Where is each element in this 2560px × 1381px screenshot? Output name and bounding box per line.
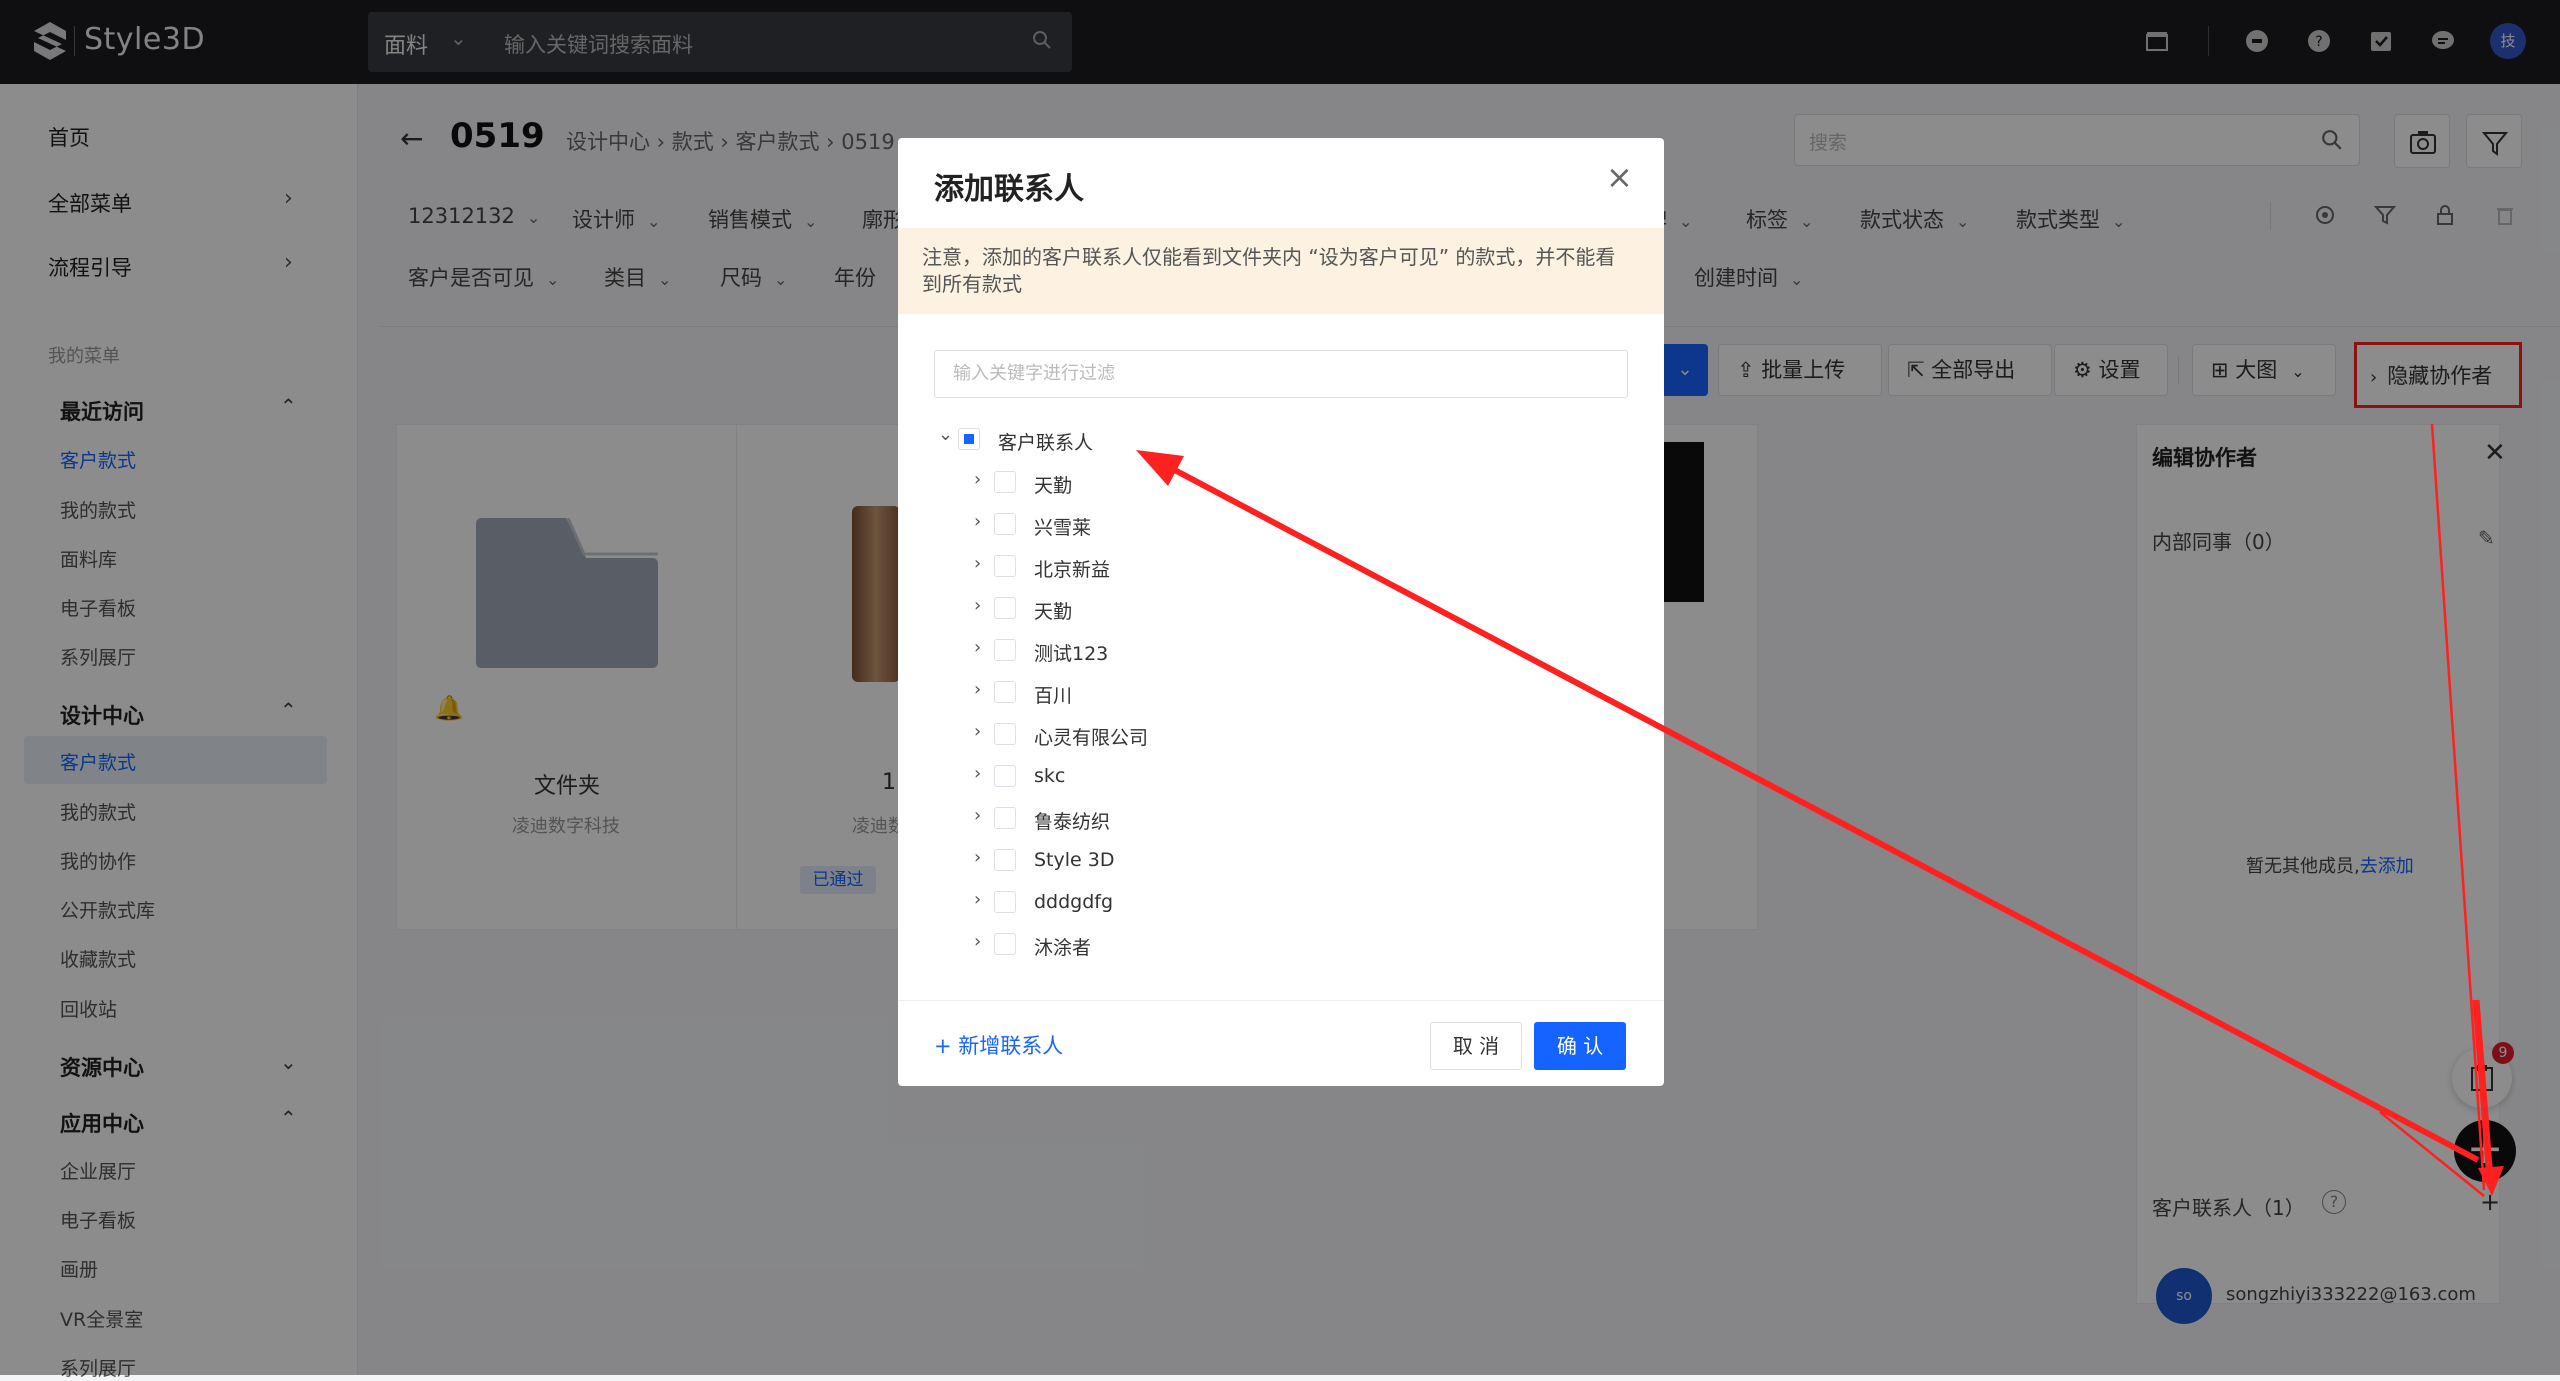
cancel-button[interactable]: 取 消 — [1430, 1022, 1522, 1070]
add-contact-label: 新增联系人 — [958, 1034, 1064, 1058]
contact-label: 沐涂者 — [1034, 937, 1092, 959]
contact-checkbox[interactable] — [994, 891, 1016, 913]
contact-label: 天勤 — [1034, 601, 1073, 623]
contact-label: 兴雪莱 — [1034, 517, 1092, 539]
chevron-right-icon[interactable]: › — [974, 595, 981, 616]
chevron-right-icon[interactable]: › — [974, 553, 981, 574]
chevron-right-icon[interactable]: › — [974, 889, 981, 910]
contact-checkbox[interactable] — [994, 765, 1016, 787]
contact-label: 天勤 — [1034, 475, 1073, 497]
dialog-footer-divider — [898, 1000, 1664, 1001]
contact-label: 百川 — [1034, 685, 1073, 707]
chevron-right-icon[interactable]: › — [974, 469, 981, 490]
contact-filter-input[interactable]: 输入关键字进行过滤 — [934, 350, 1628, 398]
contact-checkbox[interactable] — [994, 723, 1016, 745]
indeterminate-mark — [964, 434, 974, 444]
contact-checkbox[interactable] — [994, 555, 1016, 577]
chevron-down-icon[interactable]: ⌄ — [938, 424, 953, 445]
contact-label: dddgdfg — [1034, 891, 1114, 913]
chevron-right-icon[interactable]: › — [974, 763, 981, 784]
dialog-title: 添加联系人 — [934, 172, 1084, 207]
tree-root-label: 客户联系人 — [998, 432, 1094, 454]
contact-label: Style 3D — [1034, 849, 1115, 871]
contact-checkbox[interactable] — [994, 681, 1016, 703]
contact-checkbox[interactable] — [994, 639, 1016, 661]
contact-checkbox[interactable] — [994, 807, 1016, 829]
tree-root-checkbox[interactable] — [958, 428, 980, 450]
contact-checkbox[interactable] — [994, 471, 1016, 493]
chevron-right-icon[interactable]: › — [974, 721, 981, 742]
chevron-right-icon[interactable]: › — [974, 847, 981, 868]
notice-text: 注意，添加的客户联系人仅能看到文件夹内 “设为客户可见” 的款式，并不能看到所有… — [922, 245, 1616, 296]
close-icon[interactable]: × — [1606, 158, 1633, 196]
contact-label: skc — [1034, 765, 1066, 787]
contact-label: 北京新益 — [1034, 559, 1111, 581]
contact-label: 鲁泰纺织 — [1034, 811, 1111, 833]
plus-icon: + — [934, 1034, 959, 1058]
add-contact-link[interactable]: + 新增联系人 — [934, 1030, 1063, 1060]
chevron-right-icon[interactable]: › — [974, 679, 981, 700]
confirm-button[interactable]: 确 认 — [1534, 1022, 1626, 1070]
contact-checkbox[interactable] — [994, 933, 1016, 955]
chevron-right-icon[interactable]: › — [974, 637, 981, 658]
contact-label: 测试123 — [1034, 643, 1109, 665]
chevron-right-icon[interactable]: › — [974, 511, 981, 532]
contact-checkbox[interactable] — [994, 849, 1016, 871]
chevron-right-icon[interactable]: › — [974, 805, 981, 826]
contact-label: 心灵有限公司 — [1034, 727, 1149, 749]
contact-checkbox[interactable] — [994, 513, 1016, 535]
chevron-right-icon[interactable]: › — [974, 931, 981, 952]
contact-checkbox[interactable] — [994, 597, 1016, 619]
